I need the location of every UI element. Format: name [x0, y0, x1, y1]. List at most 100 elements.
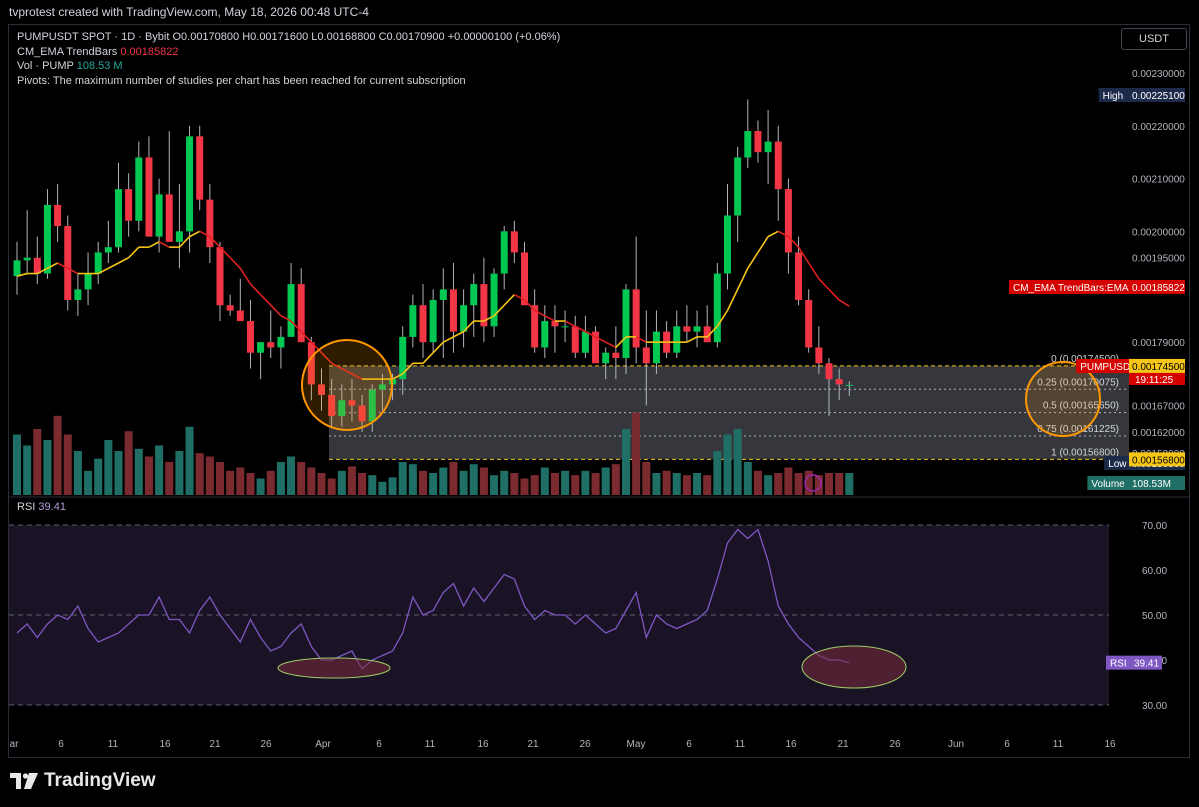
chart-canvas[interactable]: 0 (0.00174500)0.25 (0.00170075)0.5 (0.00… [9, 25, 1190, 758]
volume-bar [246, 473, 255, 495]
rsi-label: RSI [17, 501, 36, 513]
volume-bar [520, 478, 529, 495]
rsi-badge-value: 39.41 [1134, 659, 1159, 670]
volume-bar [703, 475, 712, 495]
highlight-circle-april [301, 339, 393, 431]
volume-bar [388, 477, 397, 495]
volume-bar [266, 470, 275, 495]
volume-bar [784, 467, 793, 495]
attribution-text: tvprotest created with TradingView.com, … [9, 5, 369, 19]
volume-bar [307, 467, 316, 495]
volume-bar [287, 456, 296, 495]
volume-bar [226, 470, 235, 495]
volume-bar [63, 434, 72, 495]
volume-bar [794, 473, 803, 495]
volume-bar [753, 470, 762, 495]
ema-segment [808, 262, 820, 280]
volume-bar [317, 473, 326, 495]
volume-bar [662, 470, 671, 495]
volume-bar [825, 473, 833, 495]
price-badge-label: Volume [1091, 479, 1125, 490]
candle-body [94, 252, 102, 274]
chart-area[interactable]: 0 (0.00174500)0.25 (0.00170075)0.5 (0.00… [8, 24, 1190, 758]
currency-button[interactable]: USDT [1121, 28, 1187, 50]
ema-segment [128, 246, 140, 259]
candle-body [683, 326, 691, 332]
countdown-text: 19:11:25 [1135, 375, 1174, 386]
candle-body [470, 284, 478, 306]
rsi-tick: 60.00 [1142, 566, 1167, 577]
candle-body [257, 342, 265, 353]
price-tick: 0.00195000 [1132, 254, 1185, 265]
volume-bar [236, 467, 245, 495]
ema-segment [422, 352, 434, 364]
candle-body [74, 289, 82, 300]
date-tick: 26 [889, 739, 901, 750]
volume-bar [165, 462, 174, 495]
candle-body [145, 157, 153, 237]
ema-segment [767, 230, 779, 238]
candle-body [571, 326, 579, 353]
candle-body [845, 384, 853, 386]
volume-bar [114, 451, 123, 495]
price-badge-label: High [1103, 91, 1124, 102]
volume-bar [276, 462, 285, 495]
volume-bar [175, 451, 184, 495]
volume-bar [469, 464, 478, 495]
volume-bar [672, 473, 681, 495]
ema-segment [564, 320, 576, 328]
ema-segment [442, 336, 454, 343]
volume-bar [327, 478, 336, 495]
ema-segment [838, 299, 850, 307]
symbol-name: PUMPUSDT SPOT · 1D · Bybit [17, 31, 170, 43]
candle-body [277, 336, 285, 348]
ema-segment [229, 257, 241, 269]
volume-bar [479, 467, 488, 495]
date-tick: 26 [260, 739, 272, 750]
volume-bar [510, 473, 519, 495]
candle-body [521, 252, 528, 306]
candle-body [196, 136, 204, 200]
date-tick: 16 [1104, 739, 1116, 750]
volume-bar [104, 440, 113, 495]
volume-bar [134, 448, 143, 495]
candle-body [439, 289, 447, 300]
ema-segment [747, 252, 759, 269]
ema-segment [757, 236, 769, 253]
volume-bar [530, 475, 539, 495]
volume-bar [652, 473, 661, 495]
rsi-badge-label: RSI [1110, 659, 1127, 670]
price-badge-value: 0.00185822 [1132, 283, 1185, 294]
volume-bar [84, 470, 93, 495]
candle-body [104, 247, 112, 253]
date-tick: 21 [527, 739, 539, 750]
ema-label: CM_EMA TrendBars [17, 46, 118, 58]
volume-bar [733, 429, 742, 495]
volume-bar [693, 473, 702, 495]
candle-body [673, 326, 681, 353]
volume-bar [408, 464, 417, 495]
ema-segment [544, 315, 556, 322]
ema-value: 0.00185822 [120, 46, 179, 58]
price-tick: 0.00210000 [1132, 175, 1185, 186]
volume-bar [845, 473, 854, 495]
price-tick: 0.00200000 [1132, 227, 1185, 238]
volume-bar [195, 453, 204, 495]
ema-segment [189, 230, 201, 238]
ema-segment [107, 262, 119, 269]
date-tick: 11 [108, 739, 119, 750]
volume-bar [53, 415, 62, 495]
date-tick: ar [10, 739, 20, 750]
ema-legend: CM_EMA TrendBars 0.00185822 [17, 46, 178, 58]
price-badge-label: PUMPUSDT [1080, 362, 1136, 373]
volume-bar [561, 470, 570, 495]
date-tick: 16 [785, 739, 797, 750]
candle-body [835, 379, 843, 385]
candle-body [510, 231, 518, 253]
volume-bar [368, 475, 377, 495]
candle-body [419, 305, 427, 343]
attribution-bar: tvprotest created with TradingView.com, … [0, 0, 1199, 24]
candle-body [764, 141, 772, 153]
volume-bar [94, 458, 103, 495]
ohlc-values: O0.00170800 H0.00171600 L0.00168800 C0.0… [172, 31, 561, 43]
